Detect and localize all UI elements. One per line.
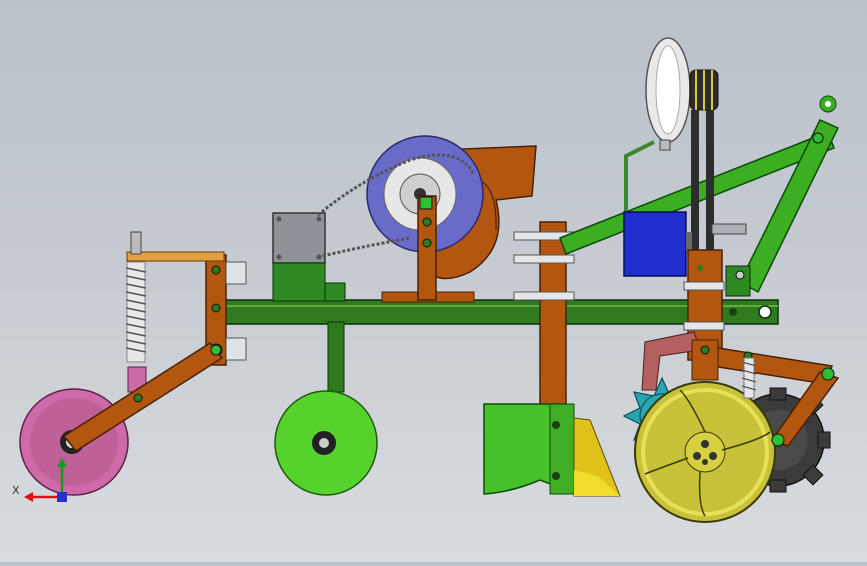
cad-viewport[interactable]: X — [0, 0, 867, 562]
spring-top-bar — [126, 251, 225, 262]
axis-x-label: X — [12, 484, 20, 497]
sprocket-bracket — [417, 195, 437, 301]
yellow-spoked-wheel — [634, 381, 776, 523]
assembly-drawing — [19, 37, 840, 523]
seed-hopper-box — [483, 403, 621, 497]
belt-drive — [689, 69, 719, 250]
green-disc-wheel — [274, 321, 378, 496]
motor-block — [272, 212, 346, 302]
